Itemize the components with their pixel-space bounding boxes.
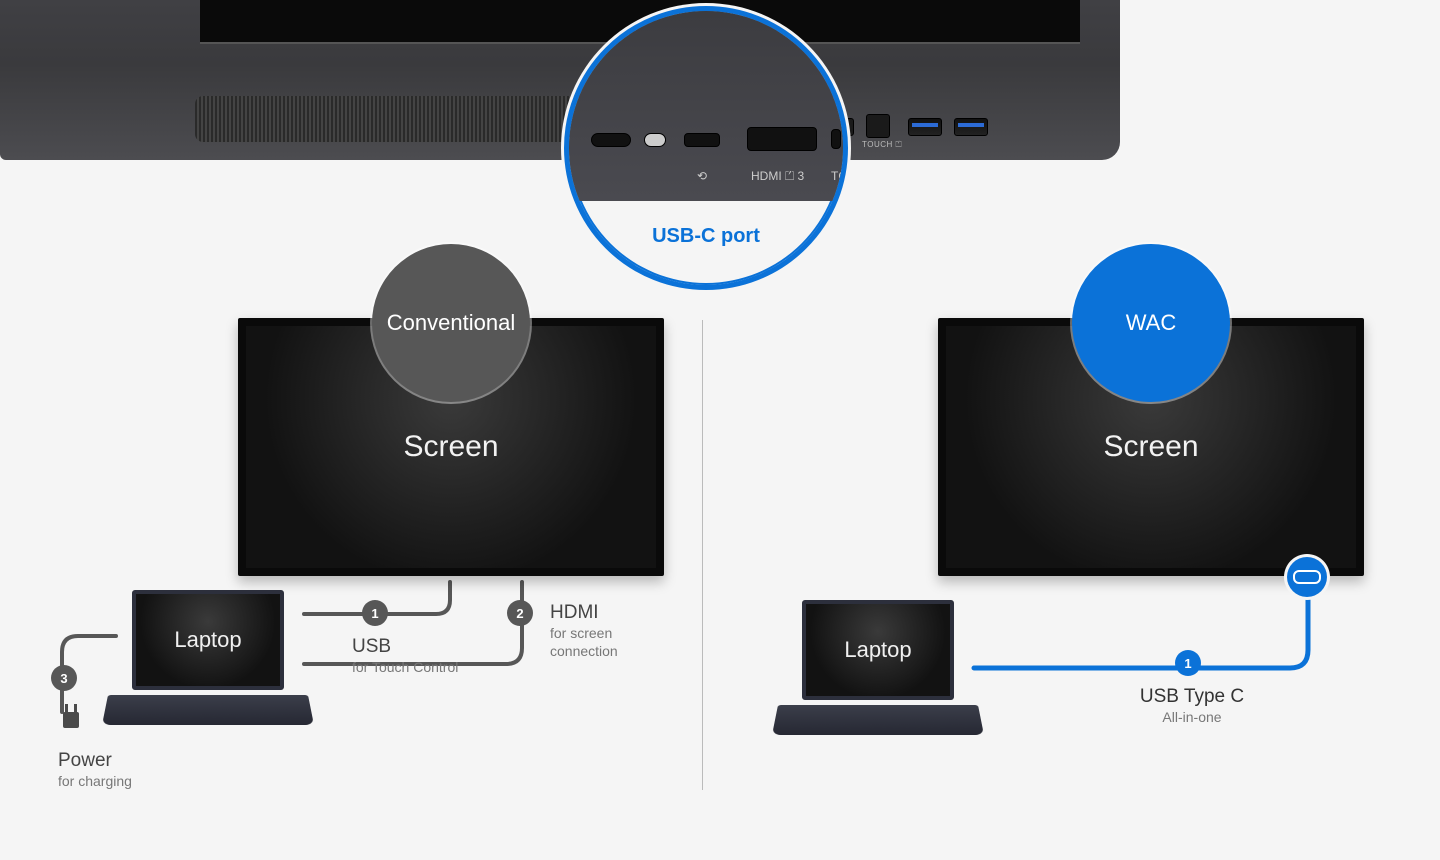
badge-wac-label: WAC (1126, 310, 1177, 336)
step-2-badge: 2 (507, 600, 533, 626)
caption-hdmi-title: HDMI (550, 602, 670, 624)
caption-usb-title: USB (352, 636, 458, 658)
step-3-badge: 3 (51, 665, 77, 691)
port-usb-a-2 (954, 118, 988, 136)
right-laptop: Laptop (778, 600, 978, 745)
badge-conventional-label: Conventional (387, 310, 515, 336)
step-blue-badge: 1 (1175, 650, 1201, 676)
zoom-label-hdmi: HDMI ⏍ 3 (751, 169, 804, 184)
caption-hdmi-sub: for screen connection (550, 624, 670, 660)
vertical-divider (702, 320, 703, 790)
zoom-caption: USB-C port (569, 225, 843, 248)
caption-usb-sub: for Touch Control (352, 658, 458, 676)
badge-conventional: Conventional (372, 244, 530, 402)
port-usb-a-1 (908, 118, 942, 136)
step-2-number: 2 (516, 606, 523, 621)
zoom-port-oval (591, 133, 631, 147)
speaker-grille (195, 96, 585, 142)
badge-wac: WAC (1072, 244, 1230, 402)
caption-usbc-title: USB Type C (1132, 686, 1252, 708)
caption-power: Power for charging (58, 750, 132, 790)
zoom-port-edge (831, 129, 841, 149)
caption-usb: USB for Touch Control (352, 636, 458, 676)
zoom-label-usbc-icon: ⟲ (697, 169, 707, 183)
zoom-port-usbc (684, 133, 720, 147)
right-laptop-label: Laptop (806, 604, 950, 696)
step-3-number: 3 (60, 671, 67, 686)
caption-usbc-sub: All-in-one (1132, 708, 1252, 726)
power-plug-icon (60, 712, 82, 736)
port-label-touch: TOUCH ⏍ (862, 140, 902, 150)
diagram-root: 3 TOUCH ⏍ ⟲ HDMI ⏍ 3 TC USB-C port Scree… (0, 0, 1440, 860)
step-blue-number: 1 (1184, 656, 1191, 671)
step-1-badge: 1 (362, 600, 388, 626)
caption-usbc: USB Type C All-in-one (1132, 686, 1252, 726)
caption-power-title: Power (58, 750, 132, 772)
left-laptop-label: Laptop (136, 594, 280, 686)
caption-hdmi: HDMI for screen connection (550, 602, 670, 660)
step-1-number: 1 (371, 606, 378, 621)
zoom-port-hdmi (747, 127, 817, 151)
left-laptop: Laptop (108, 590, 308, 735)
zoom-port-light (644, 133, 666, 147)
caption-power-sub: for charging (58, 772, 132, 790)
usbc-port-icon (1287, 557, 1327, 597)
zoom-circle: ⟲ HDMI ⏍ 3 TC USB-C port (564, 6, 848, 290)
port-usb-b (866, 114, 890, 138)
zoom-label-tc: TC (831, 169, 847, 183)
device-bezel: 3 TOUCH ⏍ (0, 0, 1120, 160)
